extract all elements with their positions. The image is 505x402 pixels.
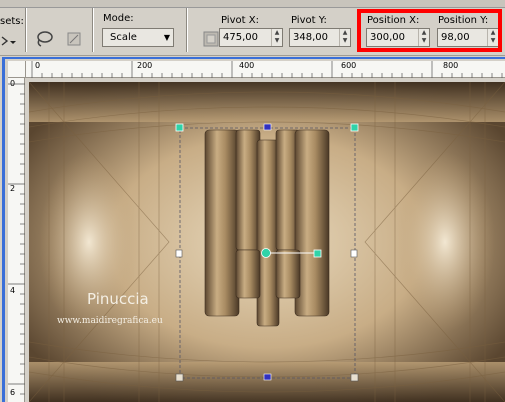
separator	[92, 8, 94, 52]
presets-label: sets:	[0, 16, 24, 27]
handle-top-right[interactable]	[350, 123, 359, 132]
spin-down-icon[interactable]: ▼	[272, 37, 282, 45]
tool-options-bar: sets: Mode: Scale ▼ Pivot X: 475,00 ▲ ▼ P…	[0, 0, 505, 56]
center-columns	[204, 129, 330, 327]
abstract-image: Pinuccia www.maidiregrafica.eu	[29, 82, 505, 402]
lasso-icon[interactable]	[33, 28, 53, 48]
separator	[25, 8, 27, 52]
ruler-corner	[8, 61, 26, 78]
handle-right-middle[interactable]	[350, 249, 358, 258]
handle-bottom-left[interactable]	[175, 373, 184, 382]
chevron-down-icon: ▼	[163, 33, 170, 42]
horizontal-ruler[interactable]: 0 200 400 600 800	[26, 61, 505, 78]
pivot-y-label: Pivot Y:	[291, 15, 327, 26]
spin-up-icon[interactable]: ▲	[340, 29, 350, 37]
handle-top-middle[interactable]	[263, 123, 272, 131]
mode-select-value: Scale	[110, 32, 137, 43]
pivot-x-spinner[interactable]: ▲ ▼	[271, 29, 282, 46]
mode-label: Mode:	[103, 13, 134, 24]
watermark-site: www.maidiregrafica.eu	[57, 316, 163, 326]
pivot-x-value: 475,00	[223, 32, 258, 43]
toolbar-top-strip	[0, 0, 505, 8]
rotation-handle[interactable]	[313, 249, 322, 258]
presets-dropdown-icon[interactable]	[0, 30, 16, 50]
pivot-y-spinner[interactable]: ▲ ▼	[339, 29, 350, 46]
position-fields-highlight-box	[357, 9, 502, 52]
watermark-name: Pinuccia	[87, 290, 149, 308]
pivot-reset-icon[interactable]	[200, 28, 220, 48]
handle-top-left[interactable]	[175, 123, 184, 132]
transform-reset-icon[interactable]	[63, 28, 83, 48]
pivot-y-input[interactable]: 348,00 ▲ ▼	[289, 28, 351, 47]
pivot-y-value: 348,00	[293, 32, 328, 43]
handle-left-middle[interactable]	[175, 249, 183, 258]
handle-bottom-middle[interactable]	[263, 373, 272, 381]
pivot-x-input[interactable]: 475,00 ▲ ▼	[219, 28, 283, 47]
pivot-point-handle[interactable]	[261, 248, 271, 258]
handle-bottom-right[interactable]	[350, 373, 359, 382]
ruler-ticks	[31, 61, 503, 78]
canvas-image[interactable]: Pinuccia www.maidiregrafica.eu	[29, 82, 505, 402]
pivot-x-label: Pivot X:	[221, 15, 259, 26]
ruler-ticks	[8, 83, 25, 395]
spin-up-icon[interactable]: ▲	[272, 29, 282, 37]
spin-down-icon[interactable]: ▼	[340, 37, 350, 45]
mode-select[interactable]: Scale ▼	[102, 28, 174, 47]
separator	[186, 8, 188, 52]
vertical-ruler[interactable]: 0 2 4 6	[8, 78, 25, 402]
